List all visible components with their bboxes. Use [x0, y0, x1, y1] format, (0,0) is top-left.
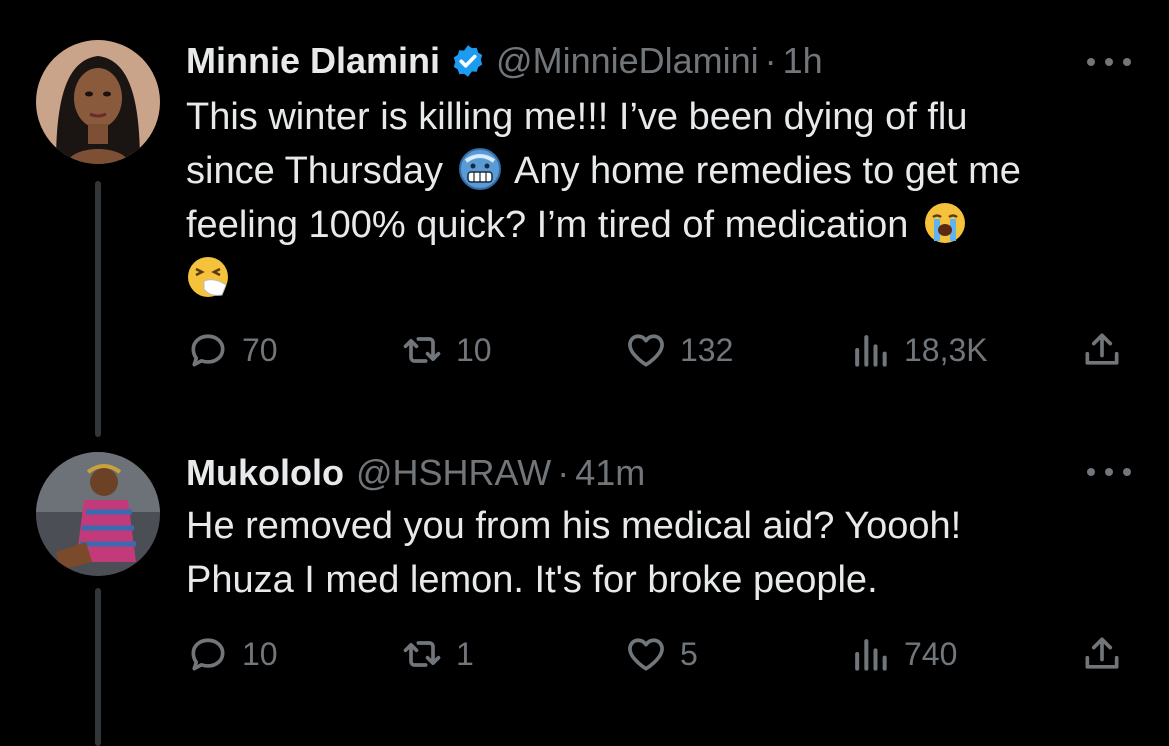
more-options-icon[interactable] — [1087, 462, 1131, 482]
tweet-text: He removed you from his medical aid? Yoo… — [186, 499, 1146, 607]
heart-icon — [628, 334, 664, 367]
tweet-header: Mukololo @HSHRAW · 41m — [186, 448, 645, 498]
timestamp[interactable]: 41m — [575, 448, 645, 498]
sneezing-face-emoji-icon — [186, 255, 230, 299]
tweet-minnie[interactable]: Minnie Dlamini @MinnieDlamini · 1h This … — [0, 0, 1169, 440]
retweet-count: 1 — [456, 635, 474, 672]
author-handle[interactable]: @HSHRAW — [356, 448, 551, 498]
loudly-crying-face-emoji-icon — [923, 201, 967, 245]
reply-icon — [191, 638, 225, 671]
author-name[interactable]: Mukololo — [186, 448, 344, 498]
verified-badge-icon — [450, 43, 486, 79]
retweet-button[interactable]: 1 — [400, 629, 474, 679]
author-name[interactable]: Minnie Dlamini — [186, 36, 440, 86]
views-count: 18,3K — [904, 331, 988, 368]
reply-icon — [191, 334, 225, 367]
tweet-text-line — [186, 252, 1146, 306]
retweet-icon — [403, 641, 441, 667]
author-handle[interactable]: @MinnieDlamini — [496, 36, 759, 86]
reply-button[interactable]: 70 — [186, 325, 278, 375]
tweet-text-line: He removed you from his medical aid? Yoo… — [186, 505, 962, 547]
tweet-text-line: feeling 100% quick? I’m tired of medicat… — [186, 198, 1146, 252]
reply-count: 70 — [242, 331, 278, 368]
tweet-text-line: Phuza I med lemon. It's for broke people… — [186, 559, 878, 601]
more-options-icon[interactable] — [1087, 52, 1131, 72]
tweet-text-segment: feeling 100% quick? I’m tired of medicat… — [186, 204, 909, 246]
tweet-header: Minnie Dlamini @MinnieDlamini · 1h — [186, 36, 823, 86]
tweet-text: This winter is killing me!!! I’ve been d… — [186, 90, 1146, 306]
tweet-actions: 10 1 5 740 — [0, 629, 1169, 679]
tweet-mukololo[interactable]: Mukololo @HSHRAW · 41m He removed you fr… — [0, 440, 1169, 746]
reply-button[interactable]: 10 — [186, 629, 278, 679]
tweet-text-segment: Any home remedies to get me — [514, 150, 1021, 192]
like-button[interactable]: 5 — [624, 629, 698, 679]
like-button[interactable]: 132 — [624, 325, 733, 375]
avatar[interactable] — [36, 40, 160, 164]
separator-dot: · — [764, 40, 777, 81]
views-button[interactable]: 740 — [848, 629, 957, 679]
separator-dot: · — [557, 452, 570, 493]
retweet-icon — [403, 337, 441, 363]
views-button[interactable]: 18,3K — [848, 325, 988, 375]
retweet-button[interactable]: 10 — [400, 325, 492, 375]
views-count: 740 — [904, 635, 958, 672]
cold-face-emoji-icon — [458, 147, 502, 191]
heart-icon — [628, 638, 664, 671]
share-button[interactable] — [1080, 629, 1124, 679]
tweet-actions: 70 10 132 18,3K — [0, 325, 1169, 375]
tweet-text-segment: since Thursday — [186, 150, 443, 192]
avatar[interactable] — [36, 452, 160, 576]
tweet-text-line: This winter is killing me!!! I’ve been d… — [186, 96, 968, 138]
share-button[interactable] — [1080, 325, 1124, 375]
share-icon — [1085, 637, 1119, 669]
like-count: 5 — [680, 635, 698, 672]
timestamp[interactable]: 1h — [783, 36, 823, 86]
share-icon — [1085, 333, 1119, 365]
like-count: 132 — [680, 331, 734, 368]
reply-count: 10 — [242, 635, 278, 672]
tweet-text-line: since Thursday Any home remedies to get … — [186, 144, 1146, 198]
analytics-icon — [855, 639, 887, 671]
analytics-icon — [855, 335, 887, 367]
thread-line — [95, 181, 101, 437]
retweet-count: 10 — [456, 331, 492, 368]
